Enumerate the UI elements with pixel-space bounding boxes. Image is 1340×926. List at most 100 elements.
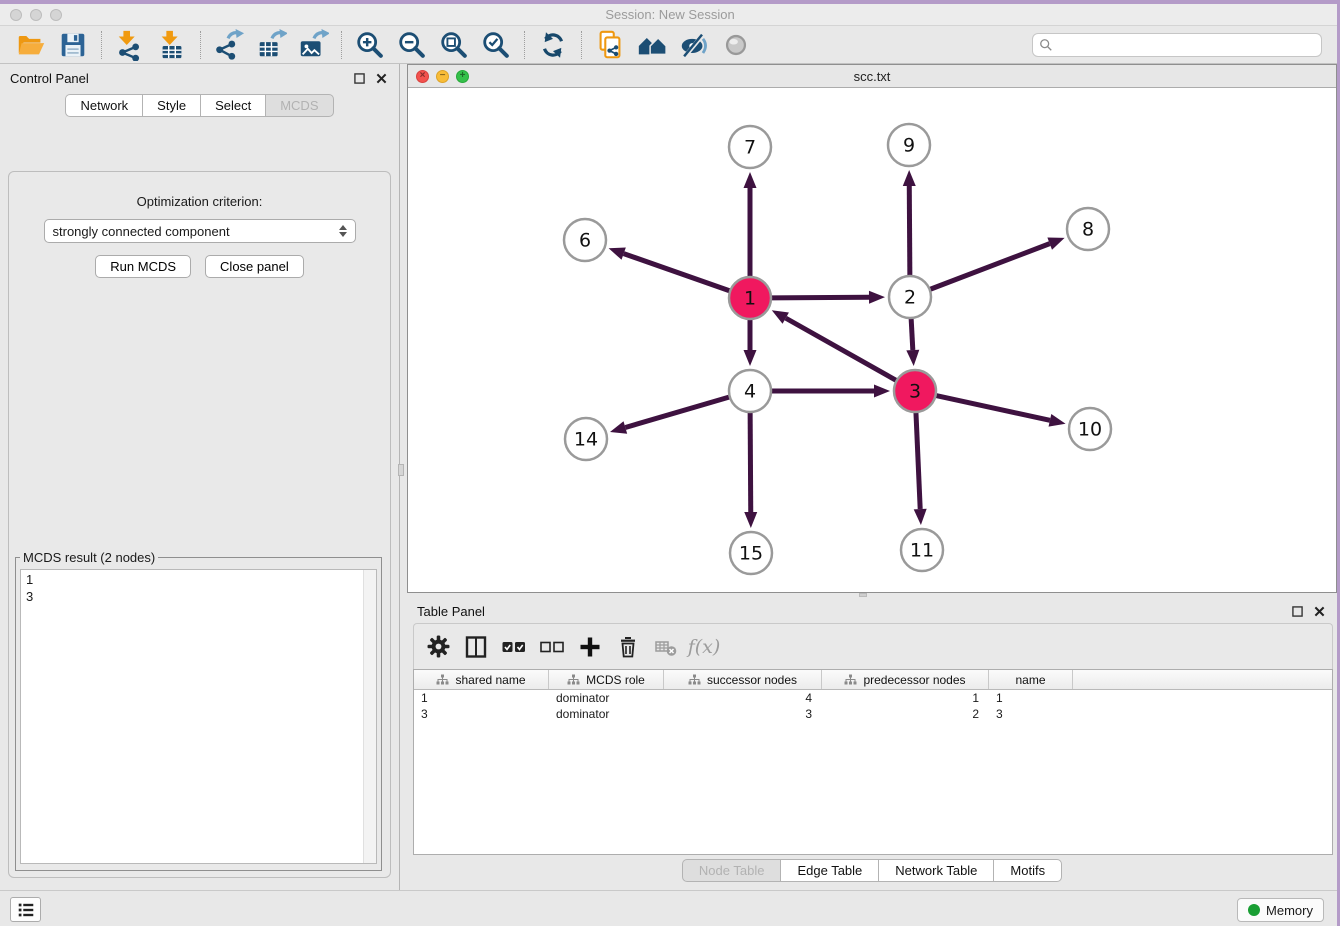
network-view-title: scc.txt xyxy=(408,69,1336,84)
graph-edge-2-9[interactable] xyxy=(909,186,910,276)
zoom-out-button[interactable] xyxy=(391,28,433,62)
table-cell: dominator xyxy=(549,706,664,722)
column-header-predecessor-nodes[interactable]: predecessor nodes xyxy=(822,670,989,689)
split-columns-button[interactable] xyxy=(462,633,490,661)
graph-edge-1-2[interactable] xyxy=(771,297,869,298)
gear-button[interactable] xyxy=(424,633,452,661)
memory-button[interactable]: Memory xyxy=(1237,898,1324,922)
graph-edge-3-10[interactable] xyxy=(936,395,1050,420)
zoom-in-button[interactable] xyxy=(349,28,391,62)
select-columns-button[interactable] xyxy=(500,633,528,661)
table-cell: 2 xyxy=(822,706,989,722)
hide-panel-button[interactable] xyxy=(673,28,715,62)
open-file-button[interactable] xyxy=(10,28,52,62)
column-type-icon xyxy=(567,674,580,686)
graph-edge-arrow xyxy=(744,512,757,528)
column-header-mcds-role[interactable]: MCDS role xyxy=(549,670,664,689)
search-field[interactable] xyxy=(1032,33,1322,57)
column-header-label: name xyxy=(1015,673,1045,687)
graph-edge-1-6[interactable] xyxy=(624,254,731,291)
toolbar-separator xyxy=(341,31,342,59)
table-cell: 1 xyxy=(989,690,1073,706)
graph-edge-3-11[interactable] xyxy=(916,412,920,509)
function-builder-icon: f(x) xyxy=(688,636,721,658)
vertical-splitter-handle[interactable] xyxy=(398,464,404,476)
criterion-select[interactable]: strongly connected component xyxy=(44,219,356,243)
network-canvas[interactable]: 7968124314101511 xyxy=(408,89,1336,592)
control-panel-tabs: NetworkStyleSelectMCDS xyxy=(0,94,399,117)
graph-edge-4-14[interactable] xyxy=(625,397,729,428)
table-cell: 1 xyxy=(822,690,989,706)
table-panel-title: Table Panel xyxy=(417,604,485,619)
tab-motifs[interactable]: Motifs xyxy=(993,859,1062,882)
tab-select[interactable]: Select xyxy=(200,94,265,117)
graph-node-label: 9 xyxy=(903,135,915,157)
graph-edge-arrow xyxy=(610,421,627,433)
zoom-in-icon xyxy=(354,29,386,61)
main-toolbar xyxy=(0,26,1340,64)
zoom-fit-button[interactable] xyxy=(433,28,475,62)
deselect-columns-button[interactable] xyxy=(538,633,566,661)
export-table-button[interactable] xyxy=(250,28,292,62)
network-graph[interactable]: 7968124314101511 xyxy=(408,89,1336,592)
table-panel-header: Table Panel xyxy=(407,597,1337,625)
table-panel: Table Panel xyxy=(407,597,1337,890)
tab-network[interactable]: Network xyxy=(65,94,142,117)
tab-style[interactable]: Style xyxy=(142,94,200,117)
network-view-titlebar[interactable]: × − + scc.txt xyxy=(408,65,1336,88)
close-panel-button[interactable]: Close panel xyxy=(205,255,304,278)
delete-column-button[interactable] xyxy=(614,633,642,661)
close-table-panel-icon[interactable] xyxy=(1311,603,1327,619)
control-panel-title: Control Panel xyxy=(10,71,89,86)
import-network-icon xyxy=(114,29,146,61)
graph-edge-2-8[interactable] xyxy=(930,244,1050,290)
select-columns-icon xyxy=(502,640,526,654)
tab-network-table[interactable]: Network Table xyxy=(878,859,993,882)
function-builder-button[interactable]: f(x) xyxy=(690,633,718,661)
table-cell: 3 xyxy=(989,706,1073,722)
tab-edge-table[interactable]: Edge Table xyxy=(780,859,878,882)
float-table-panel-icon[interactable] xyxy=(1289,603,1305,619)
clone-network-button[interactable] xyxy=(589,28,631,62)
table-body: 1dominator4113dominator323 xyxy=(414,690,1332,722)
node-table: shared nameMCDS rolesuccessor nodesprede… xyxy=(413,669,1333,855)
float-panel-icon[interactable] xyxy=(351,70,367,86)
home-button[interactable] xyxy=(631,28,673,62)
graph-edge-3-1[interactable] xyxy=(786,318,897,381)
export-table-icon xyxy=(255,29,287,61)
mcds-result-text[interactable]: 13 xyxy=(20,569,377,864)
graph-edge-2-3[interactable] xyxy=(911,318,913,350)
column-header-shared-name[interactable]: shared name xyxy=(414,670,549,689)
graph-node-label: 6 xyxy=(579,230,591,252)
graph-edge-arrow xyxy=(906,350,919,366)
graph-edge-arrow xyxy=(914,509,927,525)
column-header-name[interactable]: name xyxy=(989,670,1073,689)
table-row[interactable]: 1dominator411 xyxy=(414,690,1332,706)
task-history-button[interactable] xyxy=(10,897,41,922)
graph-edge-arrow xyxy=(869,291,885,304)
close-panel-icon[interactable] xyxy=(373,70,389,86)
search-input[interactable] xyxy=(1057,37,1315,52)
tab-node-table[interactable]: Node Table xyxy=(682,859,781,882)
table-row[interactable]: 3dominator323 xyxy=(414,706,1332,722)
run-mcds-button[interactable]: Run MCDS xyxy=(95,255,191,278)
window-frame-top xyxy=(0,0,1340,4)
control-panel-header: Control Panel xyxy=(0,64,399,92)
refresh-button[interactable] xyxy=(532,28,574,62)
deselect-columns-icon xyxy=(540,640,564,654)
import-network-button[interactable] xyxy=(109,28,151,62)
export-network-button[interactable] xyxy=(208,28,250,62)
zoom-selected-button[interactable] xyxy=(475,28,517,62)
eye-button[interactable] xyxy=(715,28,757,62)
save-session-button[interactable] xyxy=(52,28,94,62)
add-column-button[interactable] xyxy=(576,633,604,661)
export-image-button[interactable] xyxy=(292,28,334,62)
delete-table-button[interactable] xyxy=(652,633,680,661)
column-header-successor-nodes[interactable]: successor nodes xyxy=(664,670,822,689)
window-title: Session: New Session xyxy=(0,7,1340,22)
mcds-result-scrollbar[interactable] xyxy=(363,570,376,863)
graph-edge-4-15[interactable] xyxy=(750,412,751,512)
import-table-button[interactable] xyxy=(151,28,193,62)
graph-edge-arrow xyxy=(874,385,890,398)
tab-mcds[interactable]: MCDS xyxy=(265,94,333,117)
